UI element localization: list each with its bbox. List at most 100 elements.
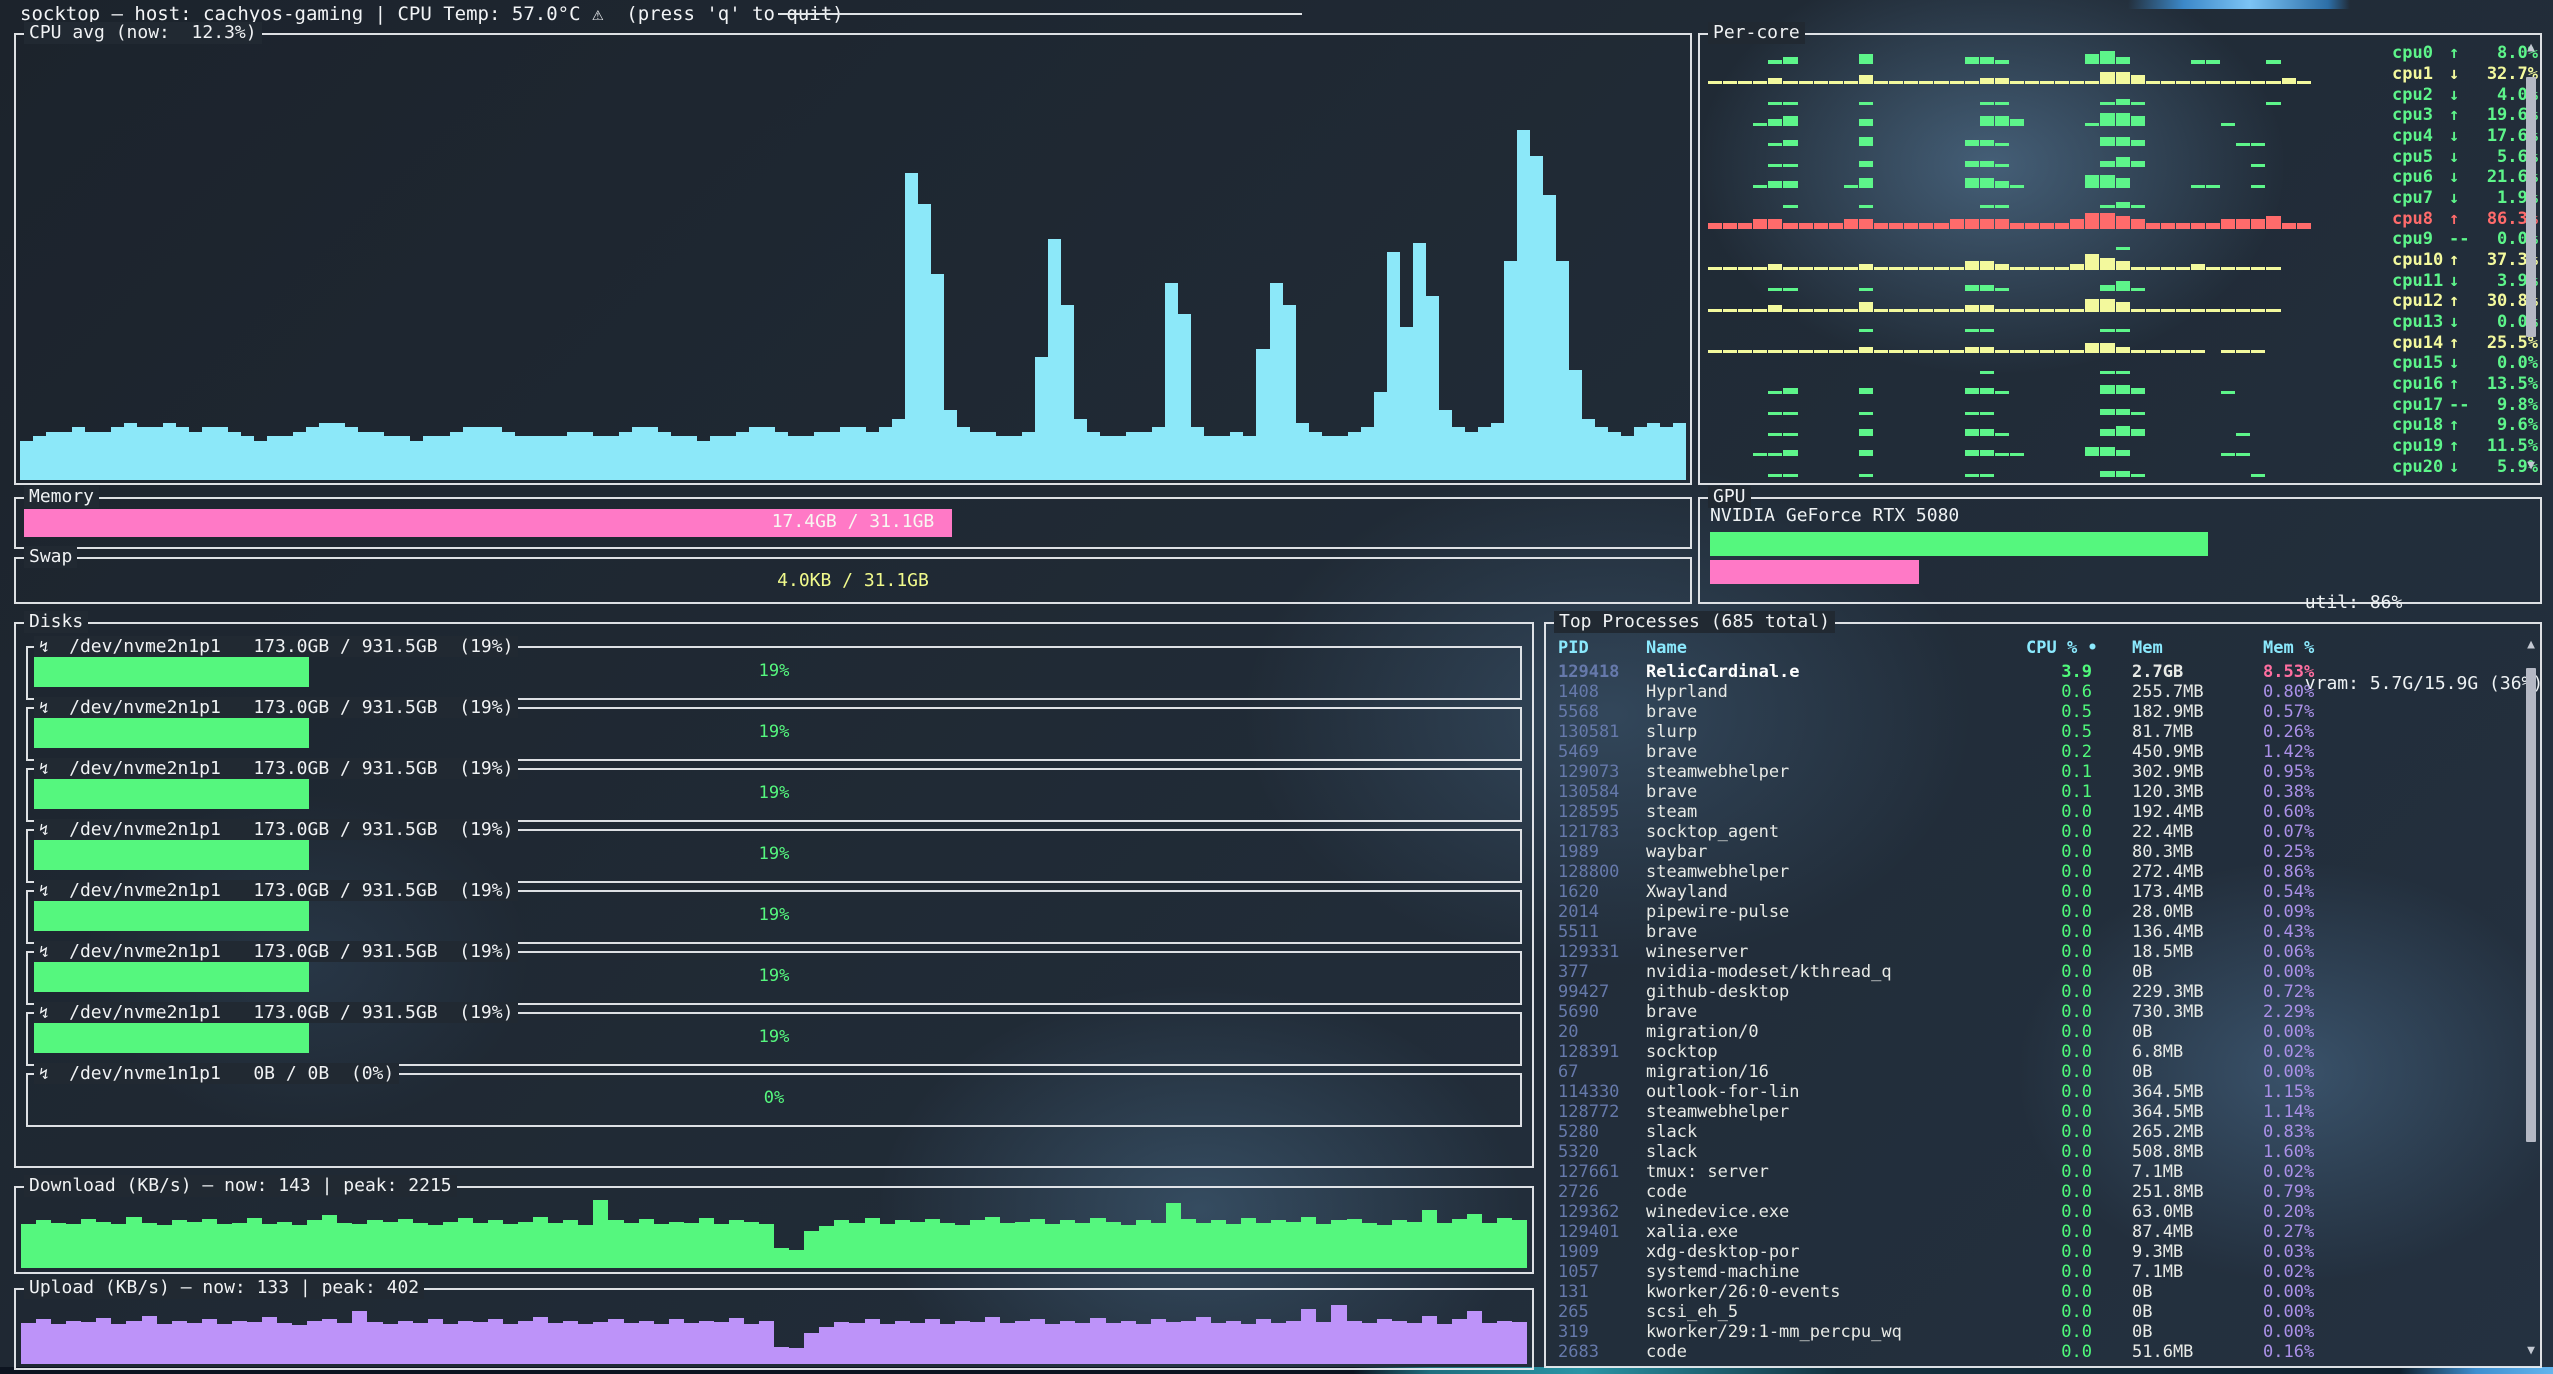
process-row[interactable]: 2726code0.0251.8MB0.79% (1546, 1182, 2522, 1202)
disk-title: ↯ /dev/nvme2n1p1 173.0GB / 931.5GB (19%) (34, 697, 518, 718)
process-pmempct: 0.07% (2263, 822, 2522, 842)
core-usage-item[interactable]: cpu1↓32.7% (2392, 64, 2538, 85)
col-mempct[interactable]: Mem % (2263, 638, 2522, 658)
scrollbar-thumb[interactable] (2526, 77, 2536, 337)
process-row[interactable]: 129362winedevice.exe0.063.0MB0.20% (1546, 1202, 2522, 1222)
process-gap (2092, 1122, 2132, 1142)
process-row[interactable]: 5320slack0.0508.8MB1.60% (1546, 1142, 2522, 1162)
swap-panel: Swap 4.0KB / 31.1GB (14, 557, 1692, 604)
scroll-up-icon[interactable]: ▲ (2527, 41, 2535, 55)
process-row[interactable]: 67migration/160.00B0.00% (1546, 1062, 2522, 1082)
chart-bar (1256, 1319, 1271, 1364)
process-row[interactable]: 129401xalia.exe0.087.4MB0.27% (1546, 1222, 2522, 1242)
core-usage-item[interactable]: cpu13↓0.0% (2392, 312, 2538, 333)
process-row[interactable]: 5690brave0.0730.3MB2.29% (1546, 1002, 2522, 1022)
process-row[interactable]: 114330outlook-for-lin0.0364.5MB1.15% (1546, 1082, 2522, 1102)
process-row[interactable]: 129073steamwebhelper0.1302.9MB0.95% (1546, 762, 2522, 782)
chart-bar (126, 1217, 141, 1268)
process-scrollbar[interactable]: ▲ ▼ (2524, 638, 2538, 1358)
core-usage-item[interactable]: cpu17--9.8% (2392, 394, 2538, 415)
core-usage-item[interactable]: cpu19↑11.5% (2392, 436, 2538, 457)
process-row[interactable]: 129331wineserver0.018.5MB0.06% (1546, 942, 2522, 962)
process-pmem: 229.3MB (2132, 982, 2263, 1002)
process-row[interactable]: 130584brave0.1120.3MB0.38% (1546, 782, 2522, 802)
process-row[interactable]: 319kworker/29:1-mm_percpu_wq0.00B0.00% (1546, 1322, 2522, 1342)
chart-bar (639, 1219, 654, 1268)
chart-bar (232, 1223, 247, 1268)
chart-bar (723, 436, 736, 480)
process-row[interactable]: 377nvidia-modeset/kthread_q0.00B0.00% (1546, 962, 2522, 982)
core-usage-item[interactable]: cpu18↑9.6% (2392, 415, 2538, 436)
process-row[interactable]: 1989waybar0.080.3MB0.25% (1546, 842, 2522, 862)
download-panel-title: Download (KB/s) — now: 143 | peak: 2215 (24, 1175, 457, 1197)
core-usage-item[interactable]: cpu10↑37.3% (2392, 250, 2538, 271)
process-row[interactable]: 128772steamwebhelper0.0364.5MB1.14% (1546, 1102, 2522, 1122)
chart-bar (262, 1224, 277, 1268)
process-row[interactable]: 5568brave0.5182.9MB0.57% (1546, 702, 2522, 722)
core-usage-item[interactable]: cpu6↓21.6% (2392, 167, 2538, 188)
process-pmempct: 0.72% (2263, 982, 2522, 1002)
core-usage-item[interactable]: cpu20↓5.9% (2392, 456, 2538, 477)
core-usage-item[interactable]: cpu2↓4.0% (2392, 84, 2538, 105)
core-usage-item[interactable]: cpu8↑86.3% (2392, 208, 2538, 229)
core-usage-item[interactable]: cpu11↓3.9% (2392, 270, 2538, 291)
process-row[interactable]: 5469brave0.2450.9MB1.42% (1546, 742, 2522, 762)
col-pid[interactable]: PID (1558, 638, 1646, 658)
process-row[interactable]: 20migration/00.00B0.00% (1546, 1022, 2522, 1042)
scroll-up-icon[interactable]: ▲ (2527, 638, 2535, 652)
core-usage-item[interactable]: cpu16↑13.5% (2392, 374, 2538, 395)
scroll-down-icon[interactable]: ▼ (2527, 1344, 2535, 1358)
core-usage-item[interactable]: cpu0↑8.0% (2392, 43, 2538, 64)
chart-bar (384, 436, 397, 480)
chart-bar (955, 1321, 970, 1364)
core-sparkline (1708, 270, 2312, 291)
process-pname: socktop (1646, 1042, 2026, 1062)
process-row[interactable]: 128391socktop0.06.8MB0.02% (1546, 1042, 2522, 1062)
download-panel: Download (KB/s) — now: 143 | peak: 2215 (14, 1186, 1534, 1274)
core-label: cpu19 (2392, 436, 2449, 456)
core-usage-item[interactable]: cpu3↑19.6% (2392, 105, 2538, 126)
per-core-scrollbar[interactable]: ▲ ▼ (2524, 41, 2538, 473)
core-usage-item[interactable]: cpu5↓5.6% (2392, 146, 2538, 167)
process-row[interactable]: 2014pipewire-pulse0.028.0MB0.09% (1546, 902, 2522, 922)
core-usage-item[interactable]: cpu9--0.0% (2392, 229, 2538, 250)
process-row[interactable]: 128800steamwebhelper0.0272.4MB0.86% (1546, 862, 2522, 882)
core-usage-item[interactable]: cpu7↓1.9% (2392, 188, 2538, 209)
chart-bar (1400, 327, 1413, 480)
process-pmempct: 0.16% (2263, 1342, 2522, 1362)
process-row[interactable]: 5280slack0.0265.2MB0.83% (1546, 1122, 2522, 1142)
chart-bar (142, 1223, 157, 1268)
core-usage-item[interactable]: cpu14↑25.5% (2392, 332, 2538, 353)
scrollbar-thumb[interactable] (2526, 668, 2536, 1142)
core-label: cpu16 (2392, 374, 2449, 394)
chart-bar (819, 1226, 834, 1268)
process-row[interactable]: 131kworker/26:0-events0.00B0.00% (1546, 1282, 2522, 1302)
core-usage-item[interactable]: cpu4↓17.6% (2392, 126, 2538, 147)
process-row[interactable]: 99427github-desktop0.0229.3MB0.72% (1546, 982, 2522, 1002)
scroll-down-icon[interactable]: ▼ (2527, 459, 2535, 473)
core-usage-item[interactable]: cpu12↑30.8% (2392, 291, 2538, 312)
chart-bar (398, 1219, 413, 1268)
col-name[interactable]: Name (1646, 638, 2026, 658)
core-usage-item[interactable]: cpu15↓0.0% (2392, 353, 2538, 374)
col-cpu[interactable]: CPU % • (2026, 638, 2092, 658)
process-row[interactable]: 121783socktop_agent0.022.4MB0.07% (1546, 822, 2522, 842)
process-pid: 129418 (1558, 662, 1646, 682)
disk-icon: ↯ (39, 637, 58, 656)
process-row[interactable]: 2683code0.051.6MB0.16% (1546, 1342, 2522, 1362)
process-row[interactable]: 1620Xwayland0.0173.4MB0.54% (1546, 882, 2522, 902)
process-row[interactable]: 265scsi_eh_50.00B0.00% (1546, 1302, 2522, 1322)
process-row[interactable]: 5511brave0.0136.4MB0.43% (1546, 922, 2522, 942)
process-row[interactable]: 1408Hyprland0.6255.7MB0.80% (1546, 682, 2522, 702)
process-row[interactable]: 127661tmux: server0.07.1MB0.02% (1546, 1162, 2522, 1182)
process-row[interactable]: 1909xdg-desktop-por0.09.3MB0.03% (1546, 1242, 2522, 1262)
process-row[interactable]: 1057systemd-machine0.07.1MB0.02% (1546, 1262, 2522, 1282)
process-pcpu: 0.0 (2026, 882, 2092, 902)
process-row[interactable]: 128595steam0.0192.4MB0.60% (1546, 802, 2522, 822)
core-trend-icon: ↓ (2449, 126, 2471, 146)
process-row[interactable]: 130581slurp0.581.7MB0.26% (1546, 722, 2522, 742)
chart-bar (1422, 1316, 1437, 1364)
col-mem[interactable]: Mem (2132, 638, 2263, 658)
process-row[interactable]: 129418RelicCardinal.e3.92.7GB8.53% (1546, 662, 2522, 682)
chart-bar (247, 1218, 262, 1268)
